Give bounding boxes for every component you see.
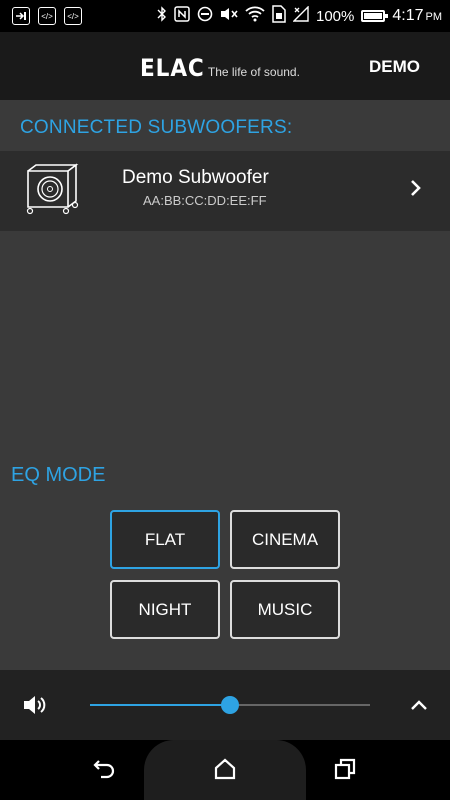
demo-button[interactable]: DEMO	[369, 57, 420, 77]
home-icon[interactable]	[214, 758, 236, 785]
subwoofer-name: Demo Subwoofer	[122, 167, 269, 188]
eq-night-button[interactable]: NIGHT	[110, 580, 220, 639]
mute-icon	[220, 6, 238, 26]
battery-icon	[361, 10, 389, 22]
volume-slider[interactable]	[90, 696, 370, 714]
bluetooth-icon	[157, 6, 167, 26]
volume-icon[interactable]	[22, 693, 48, 722]
eq-cinema-button[interactable]: CINEMA	[230, 510, 340, 569]
eq-flat-button[interactable]: FLAT	[110, 510, 220, 569]
connected-subwoofers-title: CONNECTED SUBWOOFERS:	[20, 117, 293, 138]
battery-percent: 100%	[315, 7, 355, 25]
clock: 4:17 PM	[392, 7, 442, 24]
sim-icon	[272, 5, 286, 27]
eq-music-button[interactable]: MUSIC	[230, 580, 340, 639]
message-icon	[12, 7, 30, 25]
volume-slider-thumb[interactable]	[221, 696, 239, 714]
nfc-icon	[174, 6, 190, 26]
system-nav-bar	[0, 740, 450, 800]
logo-brand: ELAC	[140, 54, 205, 82]
volume-slider-fill	[90, 704, 230, 706]
code-icon: </>	[38, 7, 56, 25]
volume-bar	[0, 670, 450, 740]
recent-apps-icon[interactable]	[334, 758, 356, 785]
signal-icon	[292, 5, 309, 26]
data-saver-icon	[197, 6, 213, 26]
app-header: ELAC The life of sound. DEMO	[0, 32, 450, 100]
back-icon[interactable]	[93, 758, 117, 785]
subwoofer-mac-address: AA:BB:CC:DD:EE:FF	[143, 193, 267, 208]
status-bar: </> </> 100% 4:17 PM	[0, 0, 450, 32]
subwoofer-icon	[20, 163, 84, 224]
elac-logo: ELAC The life of sound.	[140, 54, 300, 82]
chevron-right-icon[interactable]	[410, 179, 422, 202]
wifi-icon	[245, 6, 265, 26]
subwoofer-list-item[interactable]: Demo Subwoofer AA:BB:CC:DD:EE:FF	[0, 151, 450, 231]
eq-mode-title: EQ MODE	[11, 464, 106, 486]
code-icon: </>	[64, 7, 82, 25]
logo-tagline: The life of sound.	[207, 65, 300, 79]
chevron-up-icon[interactable]	[410, 698, 428, 716]
